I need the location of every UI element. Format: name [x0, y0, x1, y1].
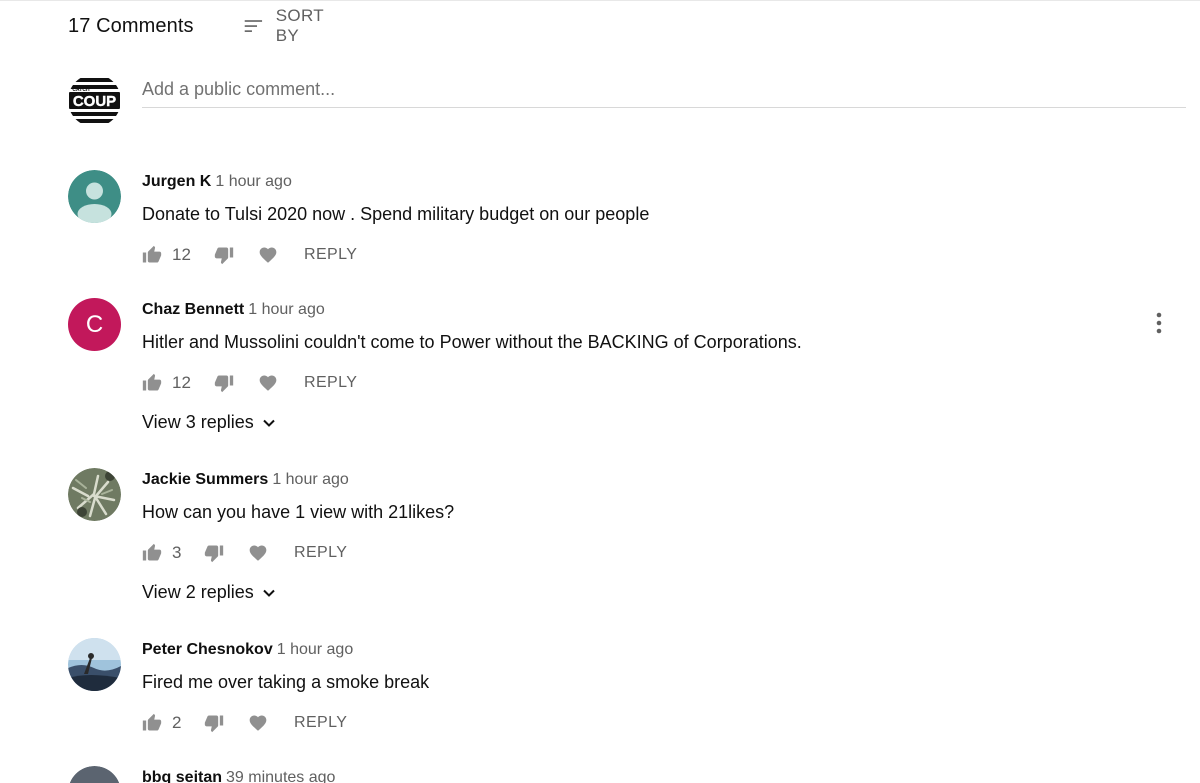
view-replies-button[interactable]: View 3 replies: [142, 412, 276, 433]
comment-time[interactable]: 39 minutes ago: [226, 769, 335, 783]
comment-author[interactable]: Jurgen K: [142, 173, 211, 190]
avatar[interactable]: [68, 468, 121, 521]
comment-header: bbq seitan 39 minutes ago: [142, 768, 335, 783]
more-options-icon[interactable]: [1150, 310, 1168, 336]
like-count: 2: [172, 713, 182, 732]
thumb-down-icon[interactable]: [204, 543, 224, 563]
comment-header: Jackie Summers 1 hour ago: [142, 470, 349, 490]
reply-button[interactable]: REPLY: [304, 246, 357, 264]
sort-by-label: SORT BY: [275, 6, 324, 45]
comment-text: Donate to Tulsi 2020 now . Spend militar…: [142, 204, 650, 224]
thumb-down-icon[interactable]: [214, 373, 234, 393]
comment-actions: 12 REPLY: [142, 372, 357, 394]
like-count: 3: [172, 543, 182, 562]
avatar[interactable]: C: [68, 298, 121, 351]
comment-time[interactable]: 1 hour ago: [215, 173, 292, 190]
comment-count: 17 Comments: [68, 14, 194, 37]
chevron-down-icon: [263, 589, 275, 597]
thumb-up-icon[interactable]: [142, 543, 162, 563]
heart-icon[interactable]: [258, 245, 278, 265]
comment-author[interactable]: Jackie Summers: [142, 471, 268, 488]
reply-button[interactable]: REPLY: [294, 714, 347, 732]
view-replies-button[interactable]: View 2 replies: [142, 582, 276, 603]
comment-actions: 12 REPLY: [142, 244, 357, 266]
comment-text: Hitler and Mussolini couldn't come to Po…: [142, 332, 802, 352]
comment-time[interactable]: 1 hour ago: [277, 641, 354, 658]
coup-logo-text: COUP: [73, 93, 116, 110]
avatar[interactable]: [68, 766, 121, 783]
thumb-down-icon[interactable]: [214, 245, 234, 265]
comment-author[interactable]: Peter Chesnokov: [142, 641, 273, 658]
like-count: 12: [172, 245, 191, 264]
thumb-up-icon[interactable]: [142, 373, 162, 393]
sort-icon: [244, 20, 263, 32]
plant-photo-icon: [68, 468, 121, 521]
reply-button[interactable]: REPLY: [294, 544, 347, 562]
comment-text: Fired me over taking a smoke break: [142, 672, 430, 692]
chevron-down-icon: [263, 419, 275, 427]
default-user-icon: [68, 170, 121, 223]
avatar-letter: C: [85, 310, 104, 338]
comment-header: Peter Chesnokov 1 hour ago: [142, 640, 353, 660]
thumb-up-icon[interactable]: [142, 245, 162, 265]
comment-time[interactable]: 1 hour ago: [248, 301, 325, 318]
add-comment-input[interactable]: [142, 72, 1186, 108]
avatar[interactable]: [68, 170, 121, 223]
thumb-down-icon[interactable]: [204, 713, 224, 733]
dark-photo-icon: [69, 766, 120, 783]
thumb-up-icon[interactable]: [142, 713, 162, 733]
reply-button[interactable]: REPLY: [304, 374, 357, 392]
heart-icon[interactable]: [248, 543, 268, 563]
comment-text: How can you have 1 view with 21likes?: [142, 502, 455, 522]
landscape-photo-icon: [68, 638, 121, 691]
comments-header: 17 Comments SORT BY: [68, 6, 323, 45]
avatar[interactable]: [68, 638, 121, 691]
channel-avatar[interactable]: COUP CATCH: [68, 74, 121, 127]
top-divider: [0, 0, 1200, 1]
heart-icon[interactable]: [248, 713, 268, 733]
comment-actions: 3 REPLY: [142, 542, 347, 564]
comment-header: Chaz Bennett 1 hour ago: [142, 300, 325, 320]
comment-author[interactable]: bbq seitan: [142, 769, 222, 783]
coup-logo-small-text: CATCH: [72, 87, 90, 93]
comment-author[interactable]: Chaz Bennett: [142, 301, 244, 318]
comment-time[interactable]: 1 hour ago: [272, 471, 349, 488]
comment-actions: 2 REPLY: [142, 712, 347, 734]
heart-icon[interactable]: [258, 373, 278, 393]
sort-by-button[interactable]: SORT BY: [244, 6, 331, 45]
coup-logo-icon: COUP CATCH: [68, 74, 121, 127]
comment-header: Jurgen K1 hour ago: [142, 172, 292, 192]
like-count: 12: [172, 373, 191, 392]
view-replies-label: View 2 replies: [142, 582, 254, 602]
view-replies-label: View 3 replies: [142, 412, 254, 432]
